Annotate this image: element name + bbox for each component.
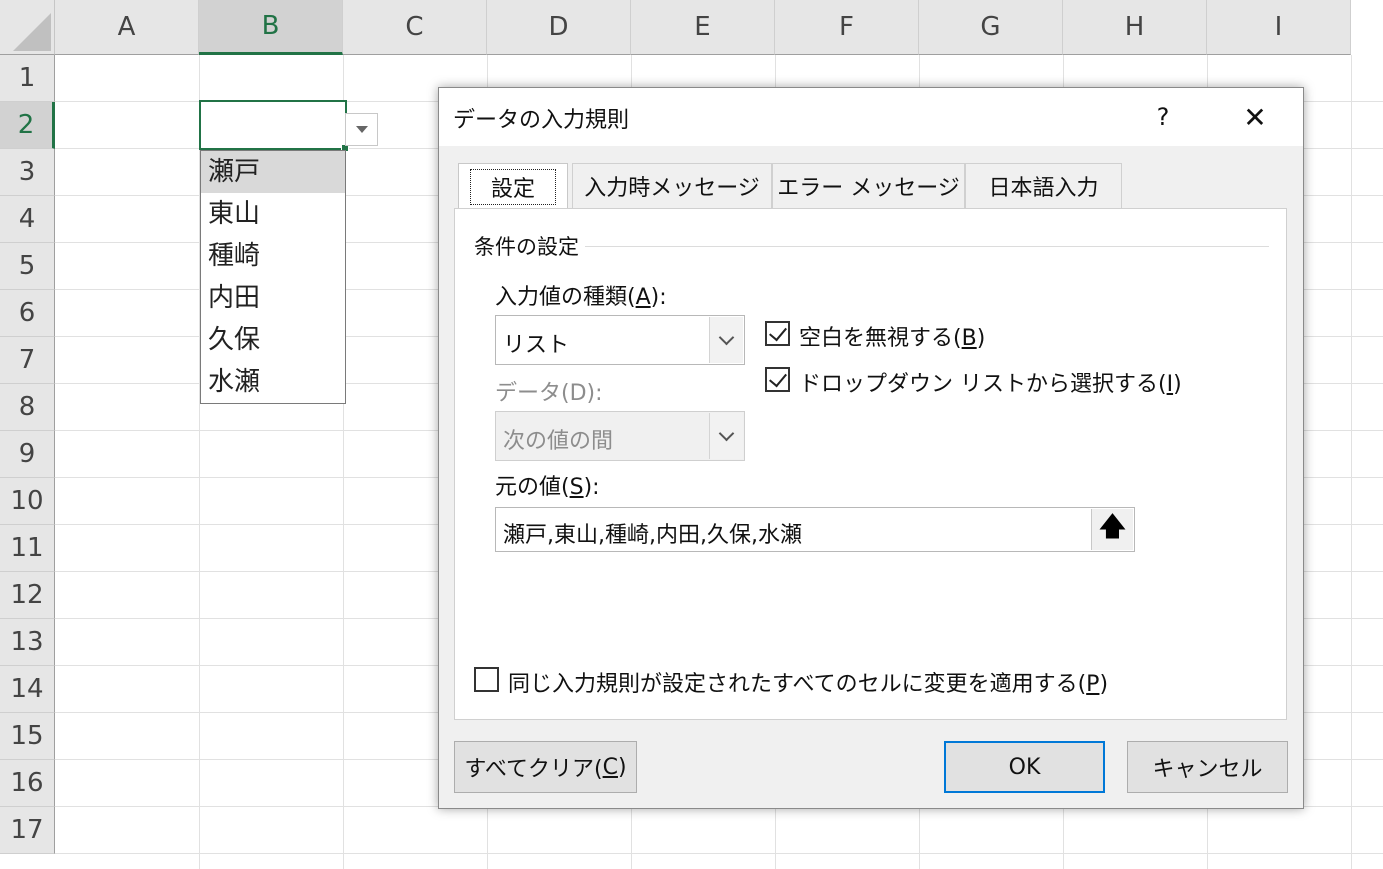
cancel-button[interactable]: キャンセル	[1127, 741, 1288, 793]
in-cell-dropdown-pre: ドロップダウン リストから選択する(	[799, 372, 1167, 397]
ignore-blank-checkbox[interactable]	[765, 321, 790, 346]
checkmark-icon	[769, 368, 787, 388]
tab-error-alert[interactable]: エラー メッセージ	[772, 163, 965, 208]
row-header-14[interactable]: 14	[0, 666, 55, 713]
clear-all-button[interactable]: すべてクリア(C)	[454, 741, 637, 793]
active-cell-b2[interactable]	[199, 100, 349, 152]
allow-label-key: A	[635, 285, 651, 310]
chevron-down-icon	[718, 329, 735, 346]
arrow-up-icon: 🡅	[1099, 511, 1126, 542]
dialog-title-bar[interactable]: データの入力規則 ? ✕	[439, 88, 1303, 146]
apply-all-post: )	[1099, 672, 1109, 697]
validation-criteria-title: 条件の設定	[474, 231, 585, 261]
column-header-h[interactable]: H	[1063, 0, 1207, 55]
row-header-7[interactable]: 7	[0, 337, 55, 384]
row-header-15[interactable]: 15	[0, 713, 55, 760]
row-header-3[interactable]: 3	[0, 149, 55, 196]
ignore-blank-label[interactable]: 空白を無視する(B)	[799, 320, 985, 352]
row-header-16[interactable]: 16	[0, 760, 55, 807]
column-header-c[interactable]: C	[343, 0, 487, 55]
settings-panel: 条件の設定 入力値の種類(A): リスト データ(D): 次の値の間 空白を無視…	[454, 208, 1287, 720]
dropdown-item[interactable]: 水瀬	[201, 361, 345, 403]
tab-input-message[interactable]: 入力時メッセージ	[572, 163, 772, 208]
allow-select-button[interactable]	[709, 317, 743, 363]
allow-label-post: ):	[650, 285, 667, 310]
column-header-f[interactable]: F	[775, 0, 919, 55]
ignore-blank-key: B	[961, 326, 977, 351]
source-value: 瀬戸,東山,種崎,内田,久保,水瀬	[503, 523, 802, 548]
dropdown-item[interactable]: 内田	[201, 277, 345, 319]
apply-all-label[interactable]: 同じ入力規則が設定されたすべてのセルに変更を適用する(P)	[508, 666, 1108, 698]
source-label: 元の値(S):	[495, 469, 600, 501]
column-header-i[interactable]: I	[1207, 0, 1351, 55]
row-header-2[interactable]: 2	[0, 102, 55, 149]
chevron-down-icon	[718, 425, 735, 442]
ok-button[interactable]: OK	[944, 741, 1105, 793]
gridline	[55, 853, 1383, 854]
select-all-triangle-icon	[13, 13, 51, 51]
data-validation-dialog: データの入力規則 ? ✕ 設定 入力時メッセージ エラー メッセージ 日本語入力…	[438, 87, 1304, 809]
dropdown-item[interactable]: 種崎	[201, 235, 345, 277]
dropdown-arrow-icon	[355, 126, 368, 133]
column-header-d[interactable]: D	[487, 0, 631, 55]
row-header-1[interactable]: 1	[0, 55, 55, 102]
data-label: データ(D):	[495, 381, 603, 406]
allow-label-pre: 入力値の種類(	[495, 285, 636, 310]
data-select-value: 次の値の間	[503, 429, 614, 454]
help-button[interactable]: ?	[1143, 98, 1183, 136]
apply-all-pre: 同じ入力規則が設定されたすべてのセルに変更を適用する(	[508, 672, 1087, 697]
allow-select[interactable]: リスト	[495, 315, 745, 365]
in-cell-dropdown-post: )	[1173, 372, 1182, 397]
tab-label: 設定	[469, 169, 556, 205]
tab-ime-mode[interactable]: 日本語入力	[965, 163, 1122, 208]
row-header-9[interactable]: 9	[0, 431, 55, 478]
tab-settings[interactable]: 設定	[458, 163, 568, 210]
in-cell-dropdown-label[interactable]: ドロップダウン リストから選択する(I)	[799, 366, 1182, 398]
row-header-6[interactable]: 6	[0, 290, 55, 337]
dropdown-item[interactable]: 久保	[201, 319, 345, 361]
clear-all-pre: すべてクリア(	[464, 757, 603, 782]
row-header-8[interactable]: 8	[0, 384, 55, 431]
row-header-4[interactable]: 4	[0, 196, 55, 243]
column-header-e[interactable]: E	[631, 0, 775, 55]
source-label-post: ):	[583, 475, 600, 500]
clear-all-key: C	[602, 754, 618, 780]
data-select: 次の値の間	[495, 411, 745, 461]
allow-select-value: リスト	[503, 333, 570, 358]
source-input[interactable]: 瀬戸,東山,種崎,内田,久保,水瀬 🡅	[495, 507, 1135, 552]
row-header-10[interactable]: 10	[0, 478, 55, 525]
source-label-key: S	[569, 475, 584, 500]
dialog-title: データの入力規則	[453, 108, 630, 133]
column-header-a[interactable]: A	[55, 0, 199, 55]
select-all-corner[interactable]	[0, 0, 55, 55]
ignore-blank-post: )	[976, 326, 986, 351]
data-select-button	[709, 413, 743, 459]
gridline	[1351, 55, 1352, 869]
row-header-17[interactable]: 17	[0, 807, 55, 854]
ignore-blank-pre: 空白を無視する(	[799, 326, 962, 351]
apply-all-checkbox[interactable]	[474, 667, 499, 692]
row-header-13[interactable]: 13	[0, 619, 55, 666]
row-header-11[interactable]: 11	[0, 525, 55, 572]
checkmark-icon	[769, 322, 787, 342]
cell-dropdown-button[interactable]	[345, 113, 378, 146]
cell-dropdown-list: 瀬戸 東山 種崎 内田 久保 水瀬	[200, 150, 346, 404]
source-label-pre: 元の値(	[495, 475, 570, 500]
column-header-b[interactable]: B	[199, 0, 343, 55]
dropdown-item[interactable]: 東山	[201, 193, 345, 235]
range-select-button[interactable]: 🡅	[1091, 509, 1133, 550]
row-header-5[interactable]: 5	[0, 243, 55, 290]
in-cell-dropdown-checkbox[interactable]	[765, 367, 790, 392]
row-header-12[interactable]: 12	[0, 572, 55, 619]
allow-label: 入力値の種類(A):	[495, 279, 667, 311]
apply-all-key: P	[1086, 672, 1100, 697]
dropdown-item[interactable]: 瀬戸	[201, 151, 345, 193]
column-header-g[interactable]: G	[919, 0, 1063, 55]
group-divider	[585, 246, 1269, 247]
clear-all-post: )	[617, 754, 627, 780]
close-button[interactable]: ✕	[1233, 96, 1277, 138]
